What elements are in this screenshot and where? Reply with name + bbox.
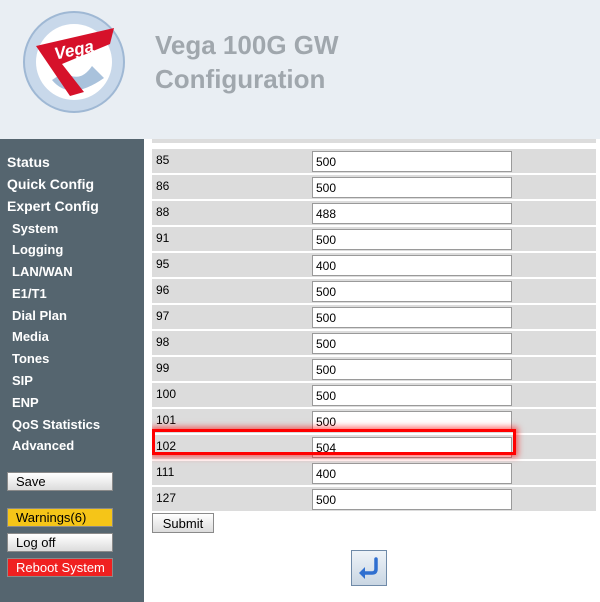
title-line-1: Vega 100G GW (155, 30, 339, 60)
row-label: 91 (156, 231, 170, 245)
row-label: 99 (156, 361, 170, 375)
row-value-input[interactable] (312, 359, 512, 380)
nav-e1-t1[interactable]: E1/T1 (12, 285, 47, 303)
table-row: 98 (152, 331, 596, 355)
nav-tones[interactable]: Tones (12, 350, 49, 368)
vega-logo: Vega (23, 11, 125, 113)
back-button[interactable] (351, 550, 387, 586)
log-off-button[interactable]: Log off (7, 533, 113, 552)
nav-lan-wan[interactable]: LAN/WAN (12, 263, 73, 281)
page-header: Vega Vega 100G GW Configuration (0, 0, 600, 139)
row-label: 98 (156, 335, 170, 349)
row-label: 127 (156, 491, 177, 505)
row-value-input[interactable] (312, 411, 512, 432)
nav-status[interactable]: Status (7, 153, 50, 171)
sidebar: Status Quick Config Expert Config System… (0, 139, 144, 602)
row-label: 101 (156, 413, 177, 427)
nav-sip[interactable]: SIP (12, 372, 33, 390)
row-label: 102 (156, 439, 177, 453)
nav-expert-config[interactable]: Expert Config (7, 197, 99, 215)
table-row: 102 (152, 435, 596, 459)
nav-logging[interactable]: Logging (12, 241, 63, 259)
row-value-input[interactable] (312, 151, 512, 172)
row-label: 97 (156, 309, 170, 323)
config-table: 85 86 88 91 95 96 97 98 99 100 101 (152, 139, 600, 602)
table-row: 88 (152, 201, 596, 225)
table-row: 99 (152, 357, 596, 381)
table-row: 97 (152, 305, 596, 329)
partial-row (152, 139, 596, 143)
row-label: 96 (156, 283, 170, 297)
page-title: Vega 100G GW Configuration (155, 28, 339, 96)
submit-button[interactable]: Submit (152, 513, 214, 533)
nav-media[interactable]: Media (12, 328, 49, 346)
nav-dial-plan[interactable]: Dial Plan (12, 307, 67, 325)
nav-qos-statistics[interactable]: QoS Statistics (12, 416, 100, 434)
row-value-input[interactable] (312, 385, 512, 406)
nav-quick-config[interactable]: Quick Config (7, 175, 94, 193)
table-row: 85 (152, 149, 596, 173)
nav-system[interactable]: System (12, 220, 58, 238)
row-value-input[interactable] (312, 203, 512, 224)
row-label: 100 (156, 387, 177, 401)
nav-advanced[interactable]: Advanced (12, 437, 74, 455)
row-value-input[interactable] (312, 229, 512, 250)
nav-enp[interactable]: ENP (12, 394, 39, 412)
table-row: 96 (152, 279, 596, 303)
row-label: 88 (156, 205, 170, 219)
row-label: 95 (156, 257, 170, 271)
row-value-input[interactable] (312, 463, 512, 484)
warnings-button[interactable]: Warnings(6) (7, 508, 113, 527)
back-arrow-icon (359, 557, 378, 579)
table-row: 127 (152, 487, 596, 511)
row-value-input[interactable] (312, 255, 512, 276)
table-row: 100 (152, 383, 596, 407)
row-value-input[interactable] (312, 437, 512, 458)
title-line-2: Configuration (155, 64, 326, 94)
row-label: 86 (156, 179, 170, 193)
row-label: 111 (156, 465, 175, 479)
save-button[interactable]: Save (7, 472, 113, 491)
table-row: 86 (152, 175, 596, 199)
table-row: 111 (152, 461, 596, 485)
row-value-input[interactable] (312, 281, 512, 302)
row-label: 85 (156, 153, 170, 167)
row-value-input[interactable] (312, 333, 512, 354)
table-row: 91 (152, 227, 596, 251)
reboot-system-button[interactable]: Reboot System (7, 558, 113, 577)
row-value-input[interactable] (312, 307, 512, 328)
row-value-input[interactable] (312, 177, 512, 198)
row-value-input[interactable] (312, 489, 512, 510)
table-row: 101 (152, 409, 596, 433)
table-row: 95 (152, 253, 596, 277)
